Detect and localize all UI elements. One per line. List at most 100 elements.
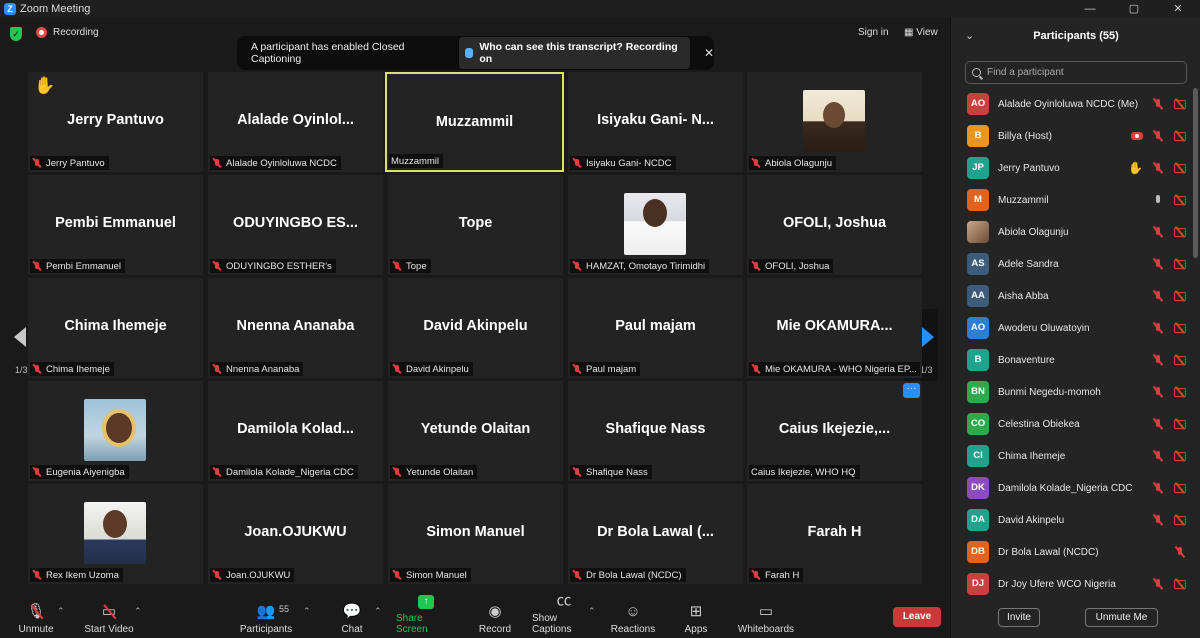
- start-video-button[interactable]: ▭ Start Video: [82, 600, 136, 638]
- participant-name: Abiola Olagunju: [998, 226, 1069, 238]
- video-options-caret-icon[interactable]: ⌃: [134, 606, 142, 617]
- video-off-icon: [1173, 418, 1187, 430]
- tile-label-text: Paul majam: [586, 363, 637, 375]
- tile-label-text: Alalade Oyinloluwa NCDC: [226, 157, 337, 169]
- recording-indicator[interactable]: Recording: [36, 27, 99, 38]
- unmute-button[interactable]: 🎙 Unmute: [18, 600, 54, 638]
- video-tile[interactable]: OFOLI, Joshua OFOLI, Joshua: [747, 175, 922, 275]
- participant-row[interactable]: DA David Akinpelu: [951, 504, 1191, 536]
- start-video-label: Start Video: [84, 624, 134, 635]
- sign-in-button[interactable]: Sign in: [858, 27, 889, 38]
- leave-button[interactable]: Leave: [893, 607, 941, 627]
- participant-row[interactable]: JP Jerry Pantuvo ✋: [951, 152, 1191, 184]
- video-tile[interactable]: Alalade Oyinlol... Alalade Oyinloluwa NC…: [208, 72, 383, 172]
- participants-count: 55: [279, 604, 290, 614]
- video-tile[interactable]: Abiola Olagunju: [747, 72, 922, 172]
- video-tile[interactable]: ✋ Jerry Pantuvo Jerry Pantuvo: [28, 72, 203, 172]
- video-tile[interactable]: Joan.OJUKWU Joan.OJUKWU: [208, 484, 383, 584]
- participant-row[interactable]: AO Alalade Oyinloluwa NCDC (Me): [951, 88, 1191, 120]
- search-input[interactable]: [987, 67, 1177, 78]
- video-tile[interactable]: Pembi Emmanuel Pembi Emmanuel: [28, 175, 203, 275]
- chat-caret-icon[interactable]: ⌃: [374, 606, 382, 617]
- profile-photo: [624, 193, 686, 255]
- video-grid: ✋ Jerry Pantuvo Jerry Pantuvo Alalade Oy…: [28, 72, 923, 584]
- participant-row[interactable]: M Muzzammil: [951, 184, 1191, 216]
- video-tile[interactable]: Nnenna Ananaba Nnenna Ananaba: [208, 278, 383, 378]
- participants-caret-icon[interactable]: ⌃: [303, 606, 311, 617]
- more-options-icon[interactable]: ···: [903, 383, 920, 398]
- security-shield-icon[interactable]: ✓: [10, 27, 22, 41]
- tile-label: Yetunde Olaitan: [390, 465, 478, 479]
- participant-search[interactable]: [965, 61, 1187, 84]
- prev-page-button[interactable]: 1/3: [0, 309, 28, 381]
- video-tile[interactable]: Chima Ihemeje Chima Ihemeje: [28, 278, 203, 378]
- captions-caret-icon[interactable]: ⌃: [588, 606, 596, 617]
- video-tile[interactable]: Simon Manuel Simon Manuel: [388, 484, 563, 584]
- video-off-icon: [1173, 258, 1187, 270]
- recording-dot-icon: [36, 27, 47, 38]
- video-tile[interactable]: David Akinpelu David Akinpelu: [388, 278, 563, 378]
- record-button[interactable]: ◉ Record: [478, 600, 512, 638]
- participant-row[interactable]: BN Bunmi Negedu-momoh: [951, 376, 1191, 408]
- banner-close-button[interactable]: ✕: [704, 46, 714, 60]
- video-tile[interactable]: Paul majam Paul majam: [568, 278, 743, 378]
- view-button[interactable]: ▦ View: [904, 27, 938, 38]
- avatar: DJ: [967, 573, 989, 595]
- mic-off-icon: [32, 261, 42, 271]
- video-tile[interactable]: Rex Ikem Uzoma: [28, 484, 203, 584]
- participant-row[interactable]: B Bonaventure: [951, 344, 1191, 376]
- share-screen-button[interactable]: ↑ Share Screen: [396, 595, 456, 638]
- tile-label-text: Dr Bola Lawal (NCDC): [586, 569, 682, 581]
- video-tile[interactable]: Dr Bola Lawal (... Dr Bola Lawal (NCDC): [568, 484, 743, 584]
- close-window-button[interactable]: ✕: [1156, 0, 1200, 18]
- participant-name: Damilola Kolade_Nigeria CDC: [998, 482, 1133, 494]
- invite-button[interactable]: Invite: [998, 608, 1040, 627]
- participant-row[interactable]: DJ Dr Joy Ufere WCO Nigeria: [951, 568, 1191, 600]
- participant-list-scrollbar[interactable]: [1193, 88, 1198, 258]
- participant-row[interactable]: AA Aisha Abba: [951, 280, 1191, 312]
- tile-label: Chima Ihemeje: [30, 362, 114, 376]
- maximize-button[interactable]: ▢: [1112, 0, 1156, 18]
- mic-off-icon: [572, 570, 582, 580]
- reactions-button[interactable]: ☺ Reactions: [611, 600, 655, 638]
- show-captions-button[interactable]: ㏄ Show Captions: [532, 593, 596, 638]
- chat-button[interactable]: 💬 Chat: [338, 600, 366, 638]
- participant-row[interactable]: DB Dr Bola Lawal (NCDC): [951, 536, 1191, 568]
- unmute-me-button[interactable]: Unmute Me: [1085, 608, 1158, 627]
- mic-off-icon: [1151, 130, 1165, 142]
- video-tile[interactable]: Damilola Kolad... Damilola Kolade_Nigeri…: [208, 381, 383, 481]
- video-tile[interactable]: ··· Caius Ikejezie,... Caius Ikejezie, W…: [747, 381, 922, 481]
- video-tile[interactable]: ODUYINGBO ES... ODUYINGBO ESTHER's: [208, 175, 383, 275]
- video-tile[interactable]: Mie OKAMURA... Mie OKAMURA - WHO Nigeria…: [747, 278, 922, 378]
- video-tile[interactable]: Shafique Nass Shafique Nass: [568, 381, 743, 481]
- participant-row[interactable]: CO Celestina Obiekea: [951, 408, 1191, 440]
- mic-off-icon: [32, 364, 42, 374]
- mic-off-icon: [32, 467, 42, 477]
- participant-row[interactable]: AS Adele Sandra: [951, 248, 1191, 280]
- apps-button[interactable]: ⊞ Apps: [683, 600, 709, 638]
- avatar: DK: [967, 477, 989, 499]
- who-can-see-transcript-button[interactable]: Who can see this transcript? Recording o…: [458, 37, 690, 69]
- mic-on-icon: [1151, 194, 1165, 206]
- video-tile[interactable]: Farah H Farah H: [747, 484, 922, 584]
- participant-row[interactable]: Abiola Olagunju: [951, 216, 1191, 248]
- tile-name: Simon Manuel: [426, 524, 525, 540]
- active-speaker-tile[interactable]: Muzzammil Muzzammil: [385, 72, 564, 172]
- tile-name: Alalade Oyinlol...: [237, 112, 354, 128]
- participant-name: Dr Bola Lawal (NCDC): [998, 546, 1099, 558]
- video-tile[interactable]: Tope Tope: [388, 175, 563, 275]
- tile-label: HAMZAT, Omotayo Tirimidhi: [570, 259, 710, 273]
- whiteboards-button[interactable]: ▭ Whiteboards: [737, 600, 795, 638]
- participant-row[interactable]: B Billya (Host): [951, 120, 1191, 152]
- minimize-button[interactable]: —: [1068, 0, 1112, 18]
- video-tile[interactable]: HAMZAT, Omotayo Tirimidhi: [568, 175, 743, 275]
- participant-row[interactable]: AO Awoderu Oluwatoyin: [951, 312, 1191, 344]
- participant-row[interactable]: DK Damilola Kolade_Nigeria CDC: [951, 472, 1191, 504]
- video-tile[interactable]: Eugenia Aiyenigba: [28, 381, 203, 481]
- video-tile[interactable]: Isiyaku Gani- N... Isiyaku Gani- NCDC: [568, 72, 743, 172]
- mic-off-icon[interactable]: [1151, 98, 1165, 110]
- tile-label-text: HAMZAT, Omotayo Tirimidhi: [586, 260, 706, 272]
- participant-row[interactable]: CI Chima Ihemeje: [951, 440, 1191, 472]
- audio-options-caret-icon[interactable]: ⌃: [57, 606, 65, 617]
- video-tile[interactable]: Yetunde Olaitan Yetunde Olaitan: [388, 381, 563, 481]
